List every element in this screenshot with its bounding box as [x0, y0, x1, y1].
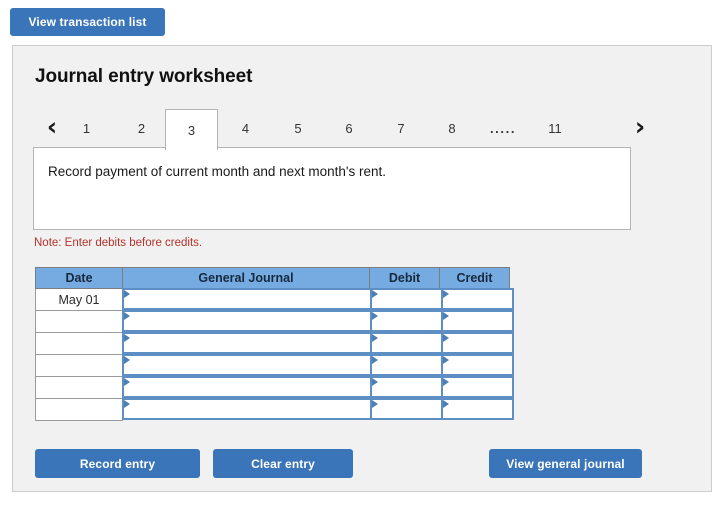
- debit-input-3[interactable]: [370, 332, 443, 354]
- account-title-input-6[interactable]: [122, 398, 372, 420]
- table-header-row: Date General Journal Debit Credit: [35, 267, 513, 289]
- credit-input-3[interactable]: [441, 332, 514, 354]
- table-row: [35, 398, 514, 421]
- journal-entry-panel: Journal entry worksheet ‹ 1 2 3 4 5 6 7 …: [12, 45, 712, 492]
- tab-page-1[interactable]: 1: [59, 109, 114, 148]
- date-cell: May 01: [35, 289, 123, 311]
- debit-input-5[interactable]: [370, 376, 443, 398]
- tab-page-2[interactable]: 2: [114, 109, 169, 148]
- table-row: [35, 310, 514, 333]
- worksheet-pagination: ‹ 1 2 3 4 5 6 7 8 ..... 11 ›: [33, 106, 653, 150]
- date-cell: [35, 333, 123, 355]
- credit-input-5[interactable]: [441, 376, 514, 398]
- clear-entry-button[interactable]: Clear entry: [213, 449, 353, 478]
- account-title-input-2[interactable]: [122, 310, 372, 332]
- tab-page-11[interactable]: 11: [529, 109, 581, 148]
- date-cell: [35, 377, 123, 399]
- view-general-journal-button[interactable]: View general journal: [489, 449, 642, 478]
- account-title-input-4[interactable]: [122, 354, 372, 376]
- table-row: [35, 376, 514, 399]
- credit-input-2[interactable]: [441, 310, 514, 332]
- date-cell: [35, 355, 123, 377]
- column-header-date: Date: [35, 267, 123, 289]
- chevron-right-icon[interactable]: ›: [627, 110, 653, 142]
- credit-input-6[interactable]: [441, 398, 514, 420]
- view-transaction-list-button[interactable]: View transaction list: [10, 8, 165, 36]
- table-body: May 01: [35, 288, 514, 421]
- date-cell: [35, 399, 123, 421]
- table-row: [35, 332, 514, 355]
- record-entry-button[interactable]: Record entry: [35, 449, 200, 478]
- tab-page-7[interactable]: 7: [375, 109, 427, 148]
- instruction-box: Record payment of current month and next…: [33, 147, 631, 230]
- column-header-general-journal: General Journal: [122, 267, 370, 289]
- tab-page-5[interactable]: 5: [273, 109, 323, 148]
- debits-before-credits-note: Note: Enter debits before credits.: [34, 237, 203, 249]
- account-title-input-3[interactable]: [122, 332, 372, 354]
- tab-page-4[interactable]: 4: [218, 109, 273, 148]
- debit-input-6[interactable]: [370, 398, 443, 420]
- column-header-debit: Debit: [369, 267, 440, 289]
- credit-input-1[interactable]: [441, 288, 514, 310]
- top-toolbar: View transaction list: [10, 8, 165, 36]
- debit-input-2[interactable]: [370, 310, 443, 332]
- date-cell: [35, 311, 123, 333]
- column-header-credit: Credit: [439, 267, 510, 289]
- tab-page-3[interactable]: 3: [165, 109, 218, 150]
- instruction-text: Record payment of current month and next…: [48, 164, 387, 179]
- table-row: [35, 354, 514, 377]
- tab-page-8[interactable]: 8: [427, 109, 477, 148]
- page-title: Journal entry worksheet: [35, 66, 253, 87]
- account-title-input-1[interactable]: [122, 288, 372, 310]
- journal-entry-table: Date General Journal Debit Credit May 01: [35, 267, 514, 421]
- debit-input-1[interactable]: [370, 288, 443, 310]
- pagination-ellipsis: .....: [489, 121, 517, 136]
- credit-input-4[interactable]: [441, 354, 514, 376]
- debit-input-4[interactable]: [370, 354, 443, 376]
- tab-page-6[interactable]: 6: [323, 109, 375, 148]
- table-row: May 01: [35, 288, 514, 311]
- account-title-input-5[interactable]: [122, 376, 372, 398]
